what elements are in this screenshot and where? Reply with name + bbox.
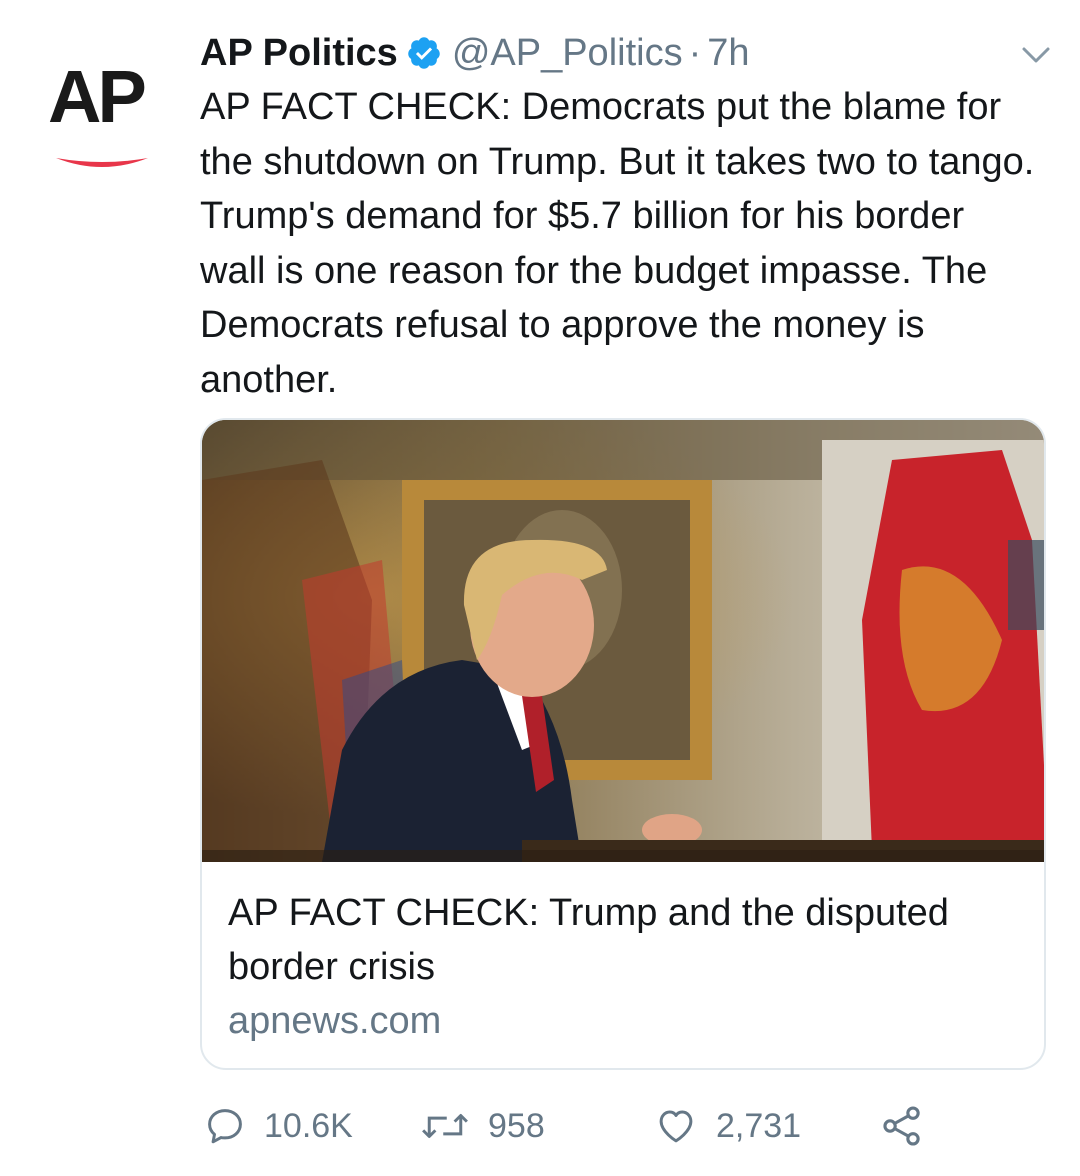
tweet-header: AP Politics @AP_Politics · 7h bbox=[200, 28, 750, 78]
ap-logo-swoosh-icon bbox=[56, 158, 148, 167]
link-card[interactable]: AP FACT CHECK: Trump and the disputed bo… bbox=[200, 418, 1046, 1070]
like-button[interactable]: 2,731 bbox=[654, 1096, 801, 1156]
verified-badge-icon bbox=[408, 37, 440, 69]
chevron-down-icon[interactable] bbox=[1016, 40, 1056, 70]
tweet-actions: 10.6K 958 2,731 bbox=[0, 1096, 1080, 1156]
tweet-text: AP FACT CHECK: Democrats put the blame f… bbox=[200, 86, 1035, 401]
card-image bbox=[202, 420, 1044, 862]
retweet-icon bbox=[422, 1114, 468, 1138]
like-count: 2,731 bbox=[716, 1106, 802, 1145]
display-name[interactable]: AP Politics bbox=[200, 32, 398, 75]
avatar-logo-text: AP bbox=[48, 55, 147, 138]
handle[interactable]: @AP_Politics bbox=[452, 32, 683, 75]
like-icon bbox=[659, 1110, 693, 1143]
retweet-count: 958 bbox=[488, 1106, 545, 1145]
separator-dot: · bbox=[688, 31, 702, 74]
timestamp[interactable]: 7h bbox=[707, 32, 749, 75]
reply-count: 10.6K bbox=[264, 1106, 353, 1145]
reply-button[interactable]: 10.6K bbox=[204, 1096, 353, 1156]
card-title: AP FACT CHECK: Trump and the disputed bo… bbox=[228, 892, 949, 988]
avatar[interactable]: AP bbox=[44, 52, 168, 182]
share-button[interactable] bbox=[880, 1096, 924, 1156]
tweet[interactable]: AP AP Politics @AP_Politics · 7h AP FACT… bbox=[0, 0, 1080, 1176]
retweet-button[interactable]: 958 bbox=[420, 1096, 545, 1156]
share-icon bbox=[883, 1106, 920, 1146]
card-domain: apnews.com bbox=[228, 1000, 442, 1042]
reply-icon bbox=[208, 1109, 242, 1144]
